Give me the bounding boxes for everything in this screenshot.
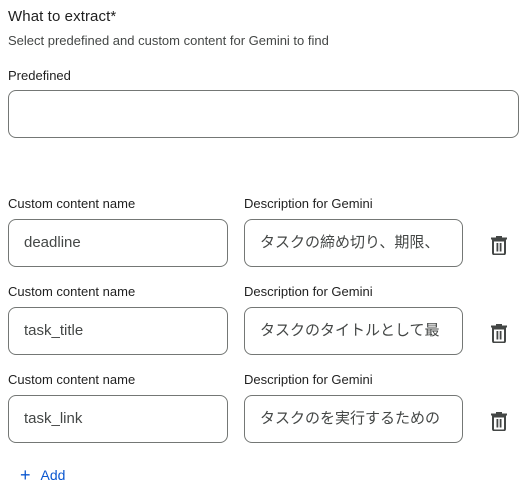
- predefined-field[interactable]: [8, 90, 519, 138]
- custom-content-name-label: Custom content name: [8, 284, 136, 299]
- trash-icon: [491, 236, 507, 255]
- custom-content-name-input[interactable]: task_title: [8, 307, 228, 355]
- trash-icon: [491, 324, 507, 343]
- custom-content-row: Custom content name Description for Gemi…: [0, 284, 531, 356]
- description-label: Description for Gemini: [244, 284, 373, 299]
- description-label: Description for Gemini: [244, 372, 373, 387]
- custom-content-name-input[interactable]: task_link: [8, 395, 228, 443]
- custom-content-row: Custom content name Description for Gemi…: [0, 372, 531, 444]
- add-button-label: Add: [40, 467, 66, 483]
- custom-content-name-label: Custom content name: [8, 372, 136, 387]
- delete-button[interactable]: [485, 231, 513, 259]
- extraction-config-panel: What to extract* Select predefined and c…: [0, 0, 531, 500]
- delete-button[interactable]: [485, 319, 513, 347]
- trash-icon: [491, 412, 507, 431]
- section-subtitle: Select predefined and custom content for…: [8, 33, 329, 48]
- delete-button[interactable]: [485, 407, 513, 435]
- add-button[interactable]: + Add: [20, 466, 65, 484]
- custom-content-name-input[interactable]: deadline: [8, 219, 228, 267]
- description-input[interactable]: タスクの締め切り、期限、: [244, 219, 463, 267]
- custom-content-row: Custom content name Description for Gemi…: [0, 196, 531, 268]
- description-label: Description for Gemini: [244, 196, 373, 211]
- plus-icon: +: [20, 465, 31, 485]
- description-input[interactable]: タスクのタイトルとして最: [244, 307, 463, 355]
- custom-content-name-label: Custom content name: [8, 196, 136, 211]
- predefined-label: Predefined: [8, 68, 71, 83]
- description-input[interactable]: タスクのを実行するための: [244, 395, 463, 443]
- section-title: What to extract*: [8, 8, 117, 25]
